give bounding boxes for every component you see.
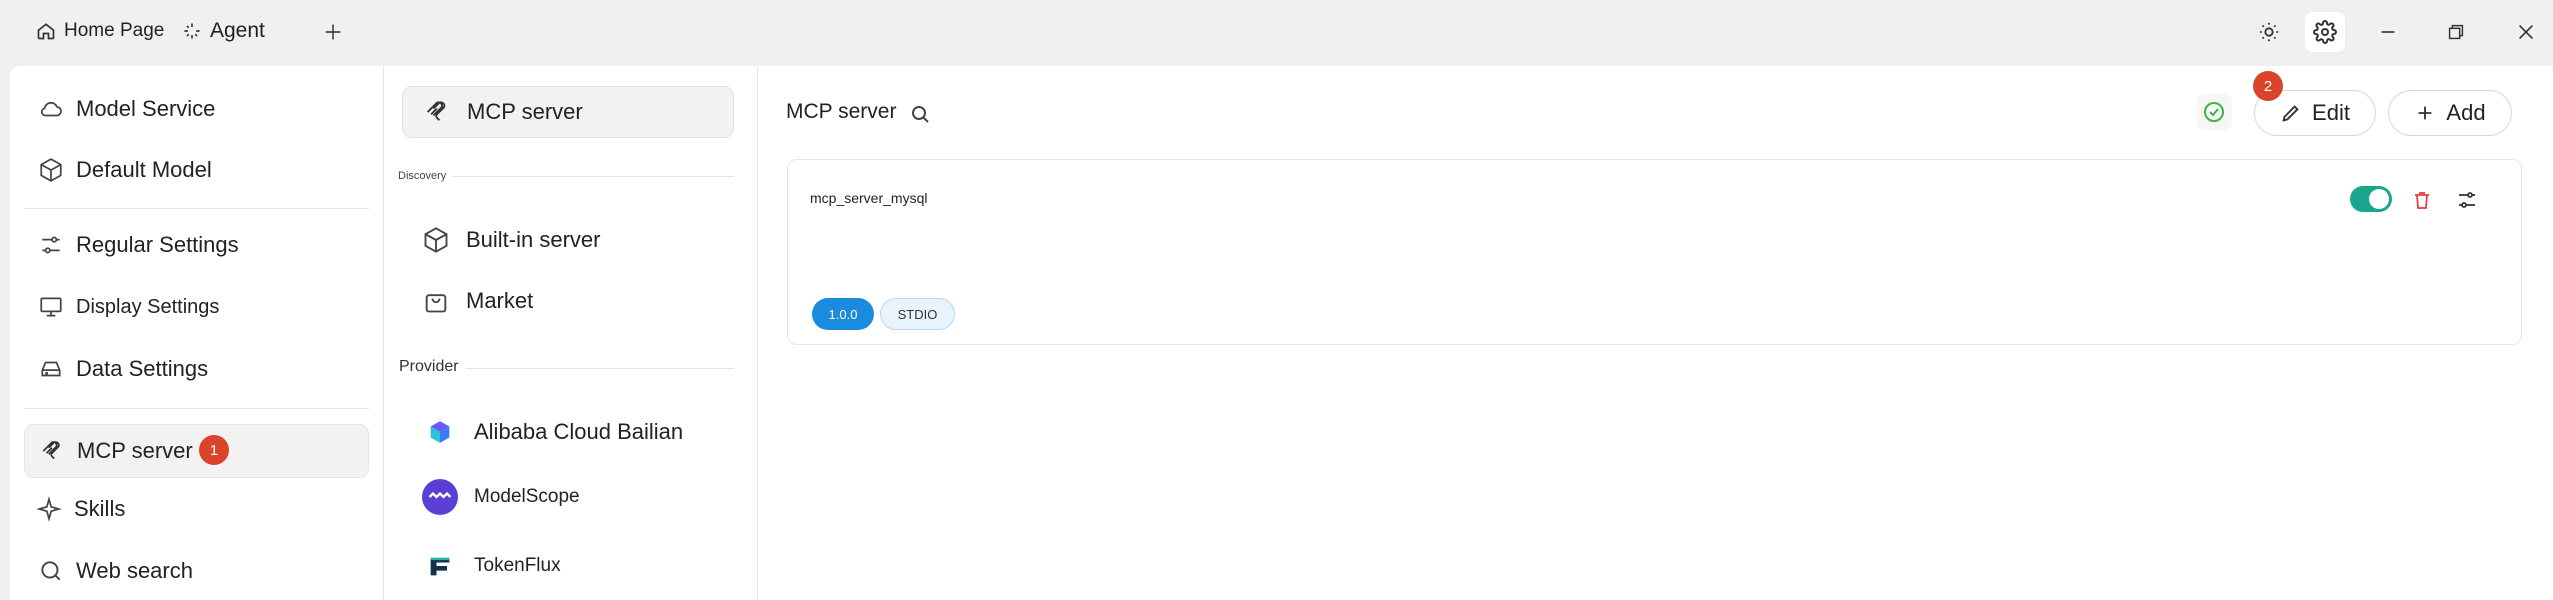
sidebar-item-label: Data Settings (76, 356, 209, 381)
mcp-server-card[interactable]: mcp_server_mysql 1.0.0 STDIO (787, 159, 2522, 345)
sidebar-divider (24, 408, 369, 409)
sidebar-item-mcp-server[interactable]: MCP server (24, 424, 369, 478)
mcp-sources-panel: MCP server Discovery Built-in server Mar… (384, 66, 757, 600)
pencil-icon (2282, 105, 2299, 122)
mid-item-label: MCP server (467, 99, 583, 124)
search-icon[interactable] (908, 102, 932, 126)
add-button[interactable]: Add (2388, 90, 2512, 136)
section-divider (466, 368, 734, 369)
mid-item-label: Alibaba Cloud Bailian (474, 419, 684, 444)
tab-home-page[interactable]: Home Page (36, 14, 164, 48)
notification-badge: 1 (199, 435, 229, 465)
theme-toggle-button[interactable] (2255, 18, 2283, 46)
mid-item-label: Built-in server (466, 227, 601, 252)
mcp-server-content: MCP server Edit 2 Add mcp_server_mysql 1… (758, 66, 2553, 600)
sliders-icon (42, 236, 60, 254)
sidebar-item-label: Model Service (76, 96, 216, 121)
sidebar-item-skills[interactable]: Skills (24, 482, 369, 536)
sidebar-item-regular-settings[interactable]: Regular Settings (24, 218, 369, 272)
provider-item-modelscope[interactable]: ModelScope (402, 471, 734, 523)
alibaba-cloud-logo (422, 414, 458, 450)
sidebar-item-display-settings[interactable]: Display Settings (24, 280, 369, 334)
cube-icon (40, 158, 62, 182)
sidebar-item-label: Regular Settings (76, 232, 239, 257)
add-button-label: Add (2446, 100, 2486, 125)
home-icon (37, 23, 55, 40)
version-tag: 1.0.0 (812, 298, 874, 330)
restore-icon (2448, 24, 2464, 40)
add-tab-button[interactable] (319, 18, 347, 46)
sidebar-item-label: MCP server (77, 438, 193, 463)
notification-badge: 2 (2253, 71, 2283, 101)
title-bar: Home Page Agent (0, 0, 2553, 66)
mid-item-label: TokenFlux (474, 555, 561, 576)
tokenflux-logo (422, 548, 458, 584)
settings-sidebar: Model Service Default Model Regular Sett… (10, 66, 383, 600)
sidebar-item-label: Skills (74, 496, 126, 521)
mcp-icon (427, 101, 446, 121)
sun-icon (2259, 22, 2279, 42)
page-title: MCP server (786, 100, 897, 123)
minimize-icon (2381, 31, 2395, 33)
mcp-server-list-item[interactable]: MCP server (402, 86, 734, 138)
monitor-icon (40, 297, 62, 317)
close-button[interactable] (2512, 18, 2540, 46)
mid-item-label: Market (466, 288, 534, 313)
cloud-icon (40, 101, 62, 117)
sidebar-divider (24, 208, 369, 209)
hard-drive-icon (41, 361, 61, 377)
tab-agent[interactable]: Agent (182, 14, 265, 48)
tab-label: Agent (210, 19, 265, 42)
check-status-button[interactable] (2196, 94, 2232, 130)
discovery-section-label: Discovery (398, 170, 447, 182)
search-icon (41, 561, 61, 581)
close-icon (2518, 24, 2534, 40)
provider-item-alibaba[interactable]: Alibaba Cloud Bailian (402, 406, 734, 458)
sparkle-icon (184, 23, 200, 39)
settings-button[interactable] (2305, 12, 2345, 52)
plus-icon (325, 24, 341, 40)
modelscope-logo (422, 479, 458, 515)
sidebar-item-data-settings[interactable]: Data Settings (24, 342, 369, 396)
mcp-icon (42, 441, 60, 460)
sidebar-item-label: Display Settings (76, 295, 220, 318)
shopping-bag-icon (425, 294, 447, 313)
sidebar-item-default-model[interactable]: Default Model (24, 143, 369, 197)
cube-icon (424, 227, 448, 253)
tab-label: Home Page (64, 20, 165, 41)
edit-button-label: Edit (2312, 100, 2350, 125)
sidebar-item-label: Web search (76, 558, 193, 583)
provider-item-tokenflux[interactable]: TokenFlux (402, 540, 734, 592)
gear-icon (2313, 20, 2337, 44)
check-circle-icon (2204, 102, 2224, 122)
plus-icon (2419, 106, 2432, 120)
transport-type-tag: STDIO (880, 298, 955, 330)
server-name: mcp_server_mysql (810, 190, 928, 206)
restore-button[interactable] (2442, 18, 2470, 46)
sliders-icon[interactable] (2455, 188, 2479, 212)
sidebar-item-label: Default Model (76, 157, 212, 182)
server-enabled-toggle[interactable] (2350, 186, 2392, 212)
section-divider (452, 176, 734, 177)
mid-item-label: ModelScope (474, 486, 580, 507)
sidebar-item-model-service[interactable]: Model Service (24, 82, 369, 136)
trash-icon[interactable] (2410, 188, 2434, 212)
built-in-server-item[interactable]: Built-in server (402, 214, 734, 266)
provider-section-label: Provider (399, 358, 459, 375)
sidebar-item-web-search[interactable]: Web search (24, 544, 369, 598)
market-item[interactable]: Market (402, 275, 734, 327)
sparkle-icon (36, 496, 62, 522)
minimize-button[interactable] (2374, 18, 2402, 46)
